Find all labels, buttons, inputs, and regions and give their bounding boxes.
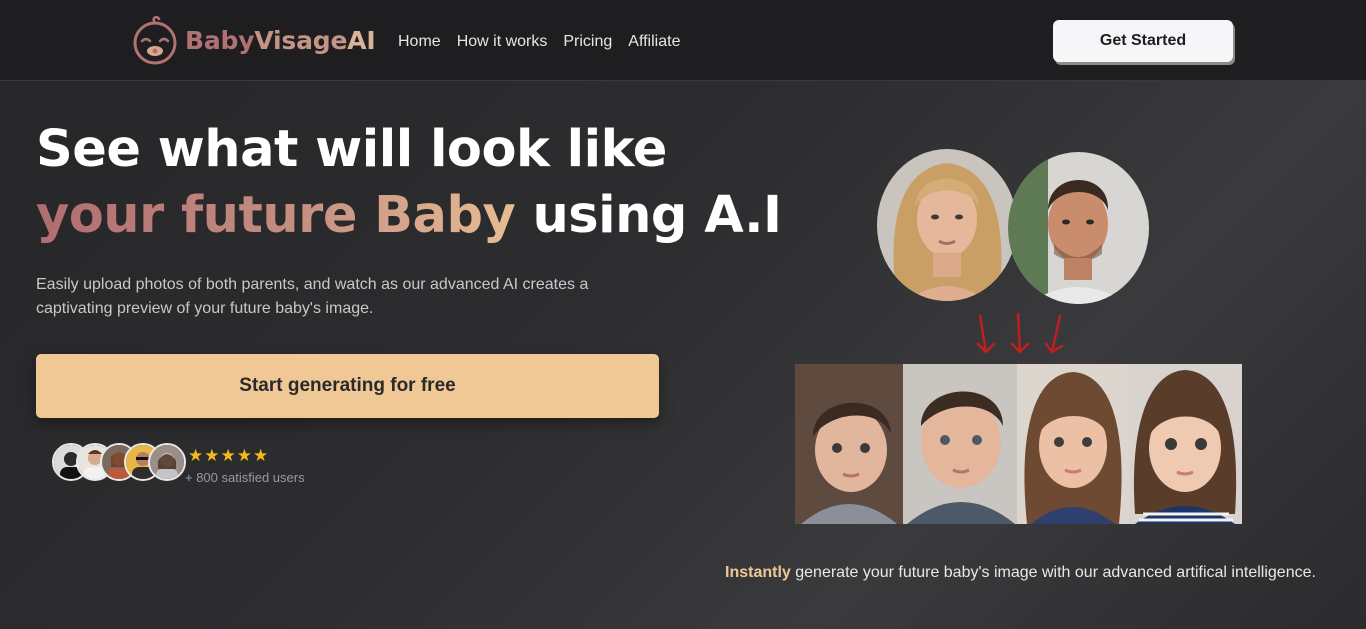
main-nav: Home How it works Pricing Affiliate xyxy=(398,33,680,51)
satisfied-users-count: + 800 satisfied users xyxy=(185,470,305,485)
caption-highlight: Instantly xyxy=(725,564,791,581)
baby-boy-2-photo xyxy=(903,364,1017,524)
brand-logo[interactable]: BabyVisageAI xyxy=(131,14,376,66)
hero-title-line1: See what will look like xyxy=(36,120,667,179)
baby-girl-1-photo xyxy=(1017,364,1129,524)
hero-title-highlight: your future Baby xyxy=(36,186,516,245)
caption-text: generate your future baby's image with o… xyxy=(790,564,1316,581)
top-navbar: BabyVisageAI Home How it works Pricing A… xyxy=(0,0,1366,81)
landing-page: BabyVisageAI Home How it works Pricing A… xyxy=(0,0,1366,629)
generated-babies-gallery xyxy=(795,364,1242,524)
brand-name: BabyVisageAI xyxy=(185,25,376,55)
baby-girl-2-photo xyxy=(1129,364,1242,524)
start-generating-button[interactable]: Start generating for free xyxy=(36,354,659,418)
nav-pricing[interactable]: Pricing xyxy=(563,33,612,51)
hero-title-rest: using A.I xyxy=(515,186,782,245)
mother-photo xyxy=(877,149,1017,301)
nav-how-it-works[interactable]: How it works xyxy=(457,33,548,51)
down-arrows-icon xyxy=(976,312,1064,354)
father-photo xyxy=(1008,152,1149,304)
avatar xyxy=(148,443,186,481)
showcase-caption: Instantly generate your future baby's im… xyxy=(725,564,1316,582)
hero-subtitle: Easily upload photos of both parents, an… xyxy=(36,276,589,317)
nav-affiliate[interactable]: Affiliate xyxy=(628,33,680,51)
hero-title-line2: your future Baby using A.I xyxy=(36,186,782,245)
baby-face-icon xyxy=(133,15,177,65)
rating-stars: ★★★★★ xyxy=(188,446,270,465)
get-started-button[interactable]: Get Started xyxy=(1053,20,1233,62)
nav-home[interactable]: Home xyxy=(398,33,441,51)
user-avatar-stack xyxy=(52,443,186,481)
baby-boy-1-photo xyxy=(795,364,903,524)
